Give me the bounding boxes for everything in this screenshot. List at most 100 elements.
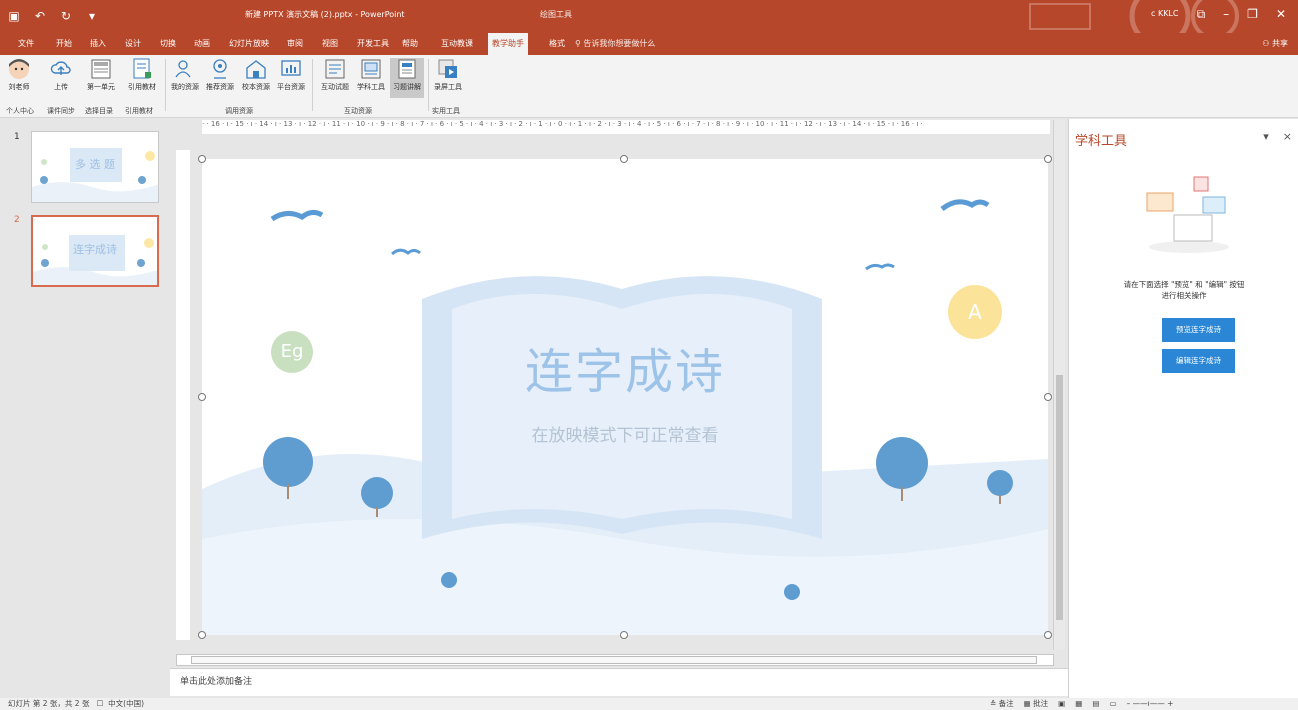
selection-handle[interactable] — [1044, 155, 1052, 163]
recommend-icon — [213, 59, 227, 79]
status-bar: 幻灯片 第 2 张，共 2 张 ☐ 中文(中国) ≙ 备注 ▦ 批注 ▣ ▦ ▤… — [0, 698, 1298, 710]
window-title: 新建 PPTX 演示文稿 (2).pptx - PowerPoint — [245, 10, 405, 19]
pane-title: 学科工具 — [1075, 134, 1128, 149]
catalog-icon — [91, 59, 111, 79]
tab-animations[interactable]: 动画 — [190, 33, 214, 55]
slideshow-view-icon[interactable]: ▭ — [1109, 699, 1116, 708]
exercise-explain-button[interactable]: 习题讲解 — [390, 58, 424, 98]
tab-insert[interactable]: 插入 — [86, 33, 110, 55]
tab-slideshow[interactable]: 幻灯片放映 — [225, 33, 273, 55]
school-resources-button[interactable]: 校本资源 — [239, 58, 273, 98]
edit-button[interactable]: 编辑连字成诗 — [1162, 349, 1235, 373]
slide-canvas[interactable]: Eg A 连字成诗 在放映模式下可正常查看 — [202, 159, 1048, 635]
cite-textbook-button[interactable]: 引用教材 — [125, 58, 159, 98]
my-resources-label: 我的资源 — [171, 83, 199, 91]
pane-close-icon[interactable]: × — [1283, 130, 1292, 143]
slide-title[interactable]: 连字成诗 — [202, 332, 1048, 402]
tab-transitions[interactable]: 切换 — [156, 33, 180, 55]
subject-tools-pane: 学科工具 ▾ × 请在下面选择 "预览" 和 "编辑" 按钮 进行相关操作 预览… — [1068, 119, 1298, 700]
selection-handle[interactable] — [620, 631, 628, 639]
interactive-quiz-button[interactable]: 互动试题 — [318, 58, 352, 98]
my-resources-button[interactable]: 我的资源 — [168, 58, 202, 98]
tab-interactive[interactable]: 互动教课 — [437, 33, 477, 55]
scroll-thumb[interactable] — [1056, 375, 1063, 620]
share-button[interactable]: ⚇ 共享 — [1262, 33, 1288, 55]
tab-teaching-assistant[interactable]: 教学助手 — [488, 33, 528, 55]
selection-handle[interactable] — [620, 155, 628, 163]
upload-button[interactable]: 上传 — [44, 58, 78, 98]
tab-view[interactable]: 视图 — [318, 33, 342, 55]
horizontal-ruler: · · 16 · ı · 15 · ı · 14 · ı · 13 · ı · … — [202, 120, 1050, 134]
tab-developer[interactable]: 开发工具 — [353, 33, 393, 55]
selection-handle[interactable] — [1044, 631, 1052, 639]
selection-handle[interactable] — [198, 631, 206, 639]
unit-label: 第一单元 — [87, 83, 115, 91]
unit-select-button[interactable]: 第一单元 — [84, 58, 118, 98]
slide-thumbnail-1[interactable]: 多 选 题 — [31, 131, 159, 203]
normal-view-icon[interactable]: ▣ — [1058, 699, 1065, 708]
undo-icon[interactable]: ↶ — [32, 9, 48, 23]
thumbnail-title: 多 选 题 — [75, 158, 115, 171]
restore-icon[interactable]: ❐ — [1247, 7, 1258, 22]
zoom-slider[interactable]: – ——ı—— + — [1127, 699, 1174, 708]
quiz-icon — [325, 59, 345, 79]
customize-qat-icon[interactable]: ▾ — [84, 9, 100, 23]
close-icon[interactable]: ✕ — [1276, 7, 1286, 22]
ribbon-display-icon[interactable]: ⧉ — [1197, 7, 1206, 22]
subject-tools-button[interactable]: 学科工具 — [354, 58, 388, 98]
tab-design[interactable]: 设计 — [121, 33, 145, 55]
notes-pane[interactable]: 单击此处添加备注 — [170, 668, 1068, 696]
pane-controls: ▾ × — [1263, 130, 1292, 143]
school-icon — [246, 60, 266, 79]
reading-view-icon[interactable]: ▤ — [1092, 699, 1099, 708]
group-label-personal: 个人中心 — [6, 107, 34, 115]
teacher-profile-button[interactable]: 刘老师 — [2, 58, 36, 98]
user-name: c KKLC — [1151, 9, 1179, 18]
minimize-icon[interactable]: – — [1223, 7, 1229, 22]
recommended-resources-button[interactable]: 推荐资源 — [203, 58, 237, 98]
tab-home[interactable]: 开始 — [52, 33, 76, 55]
comments-toggle[interactable]: ▦ 批注 — [1024, 698, 1048, 709]
screen-record-button[interactable]: 录屏工具 — [431, 58, 465, 98]
quick-access-toolbar: ▣ ↶ ↻ ▾ — [6, 9, 100, 23]
tab-file[interactable]: 文件 — [14, 33, 38, 55]
group-label-sync: 课件同步 — [47, 107, 75, 115]
horizontal-scrollbar[interactable] — [176, 654, 1054, 666]
record-label: 录屏工具 — [434, 83, 462, 91]
group-label-utilities: 实用工具 — [432, 107, 460, 115]
share-label: 共享 — [1272, 39, 1288, 48]
subject-tools-label: 学科工具 — [357, 83, 385, 91]
platform-resources-button[interactable]: 平台资源 — [274, 58, 308, 98]
tab-help[interactable]: 帮助 — [398, 33, 422, 55]
selection-handle[interactable] — [198, 155, 206, 163]
language-indicator[interactable]: 中文(中国) — [108, 699, 144, 708]
chart-icon — [281, 60, 301, 76]
group-separator — [428, 59, 429, 111]
vertical-scrollbar[interactable] — [1053, 120, 1065, 650]
group-label-textbook: 引用教材 — [125, 107, 153, 115]
sorter-view-icon[interactable]: ▦ — [1075, 699, 1082, 708]
save-icon[interactable]: ▣ — [6, 9, 22, 23]
notes-label: 备注 — [998, 699, 1014, 708]
selection-handle[interactable] — [1044, 393, 1052, 401]
slide-subtitle[interactable]: 在放映模式下可正常查看 — [202, 421, 1048, 446]
context-tab-title: 绘图工具 — [540, 10, 572, 19]
preview-button[interactable]: 预览连字成诗 — [1162, 318, 1235, 342]
vertical-ruler — [176, 150, 190, 640]
redo-icon[interactable]: ↻ — [58, 9, 74, 23]
tell-me-search[interactable]: ⚲ 告诉我你想要做什么 — [575, 33, 655, 55]
group-label-call-resources: 调用资源 — [225, 107, 253, 115]
user-account[interactable]: c KKLC — [1151, 9, 1178, 18]
tab-format[interactable]: 格式 — [545, 33, 569, 55]
selection-handle[interactable] — [198, 393, 206, 401]
tab-review[interactable]: 审阅 — [283, 33, 307, 55]
subject-tools-icon — [361, 59, 381, 79]
group-label-interactive: 互动资源 — [344, 107, 372, 115]
upload-label: 上传 — [54, 83, 68, 91]
cite-label: 引用教材 — [128, 83, 156, 91]
notes-toggle[interactable]: ≙ 备注 — [990, 698, 1014, 709]
scroll-thumb[interactable] — [191, 656, 1037, 664]
slide-thumbnail-2[interactable]: 连字成诗 — [31, 215, 159, 287]
spellcheck-icon[interactable]: ☐ — [97, 699, 104, 708]
pane-options-icon[interactable]: ▾ — [1263, 130, 1269, 143]
